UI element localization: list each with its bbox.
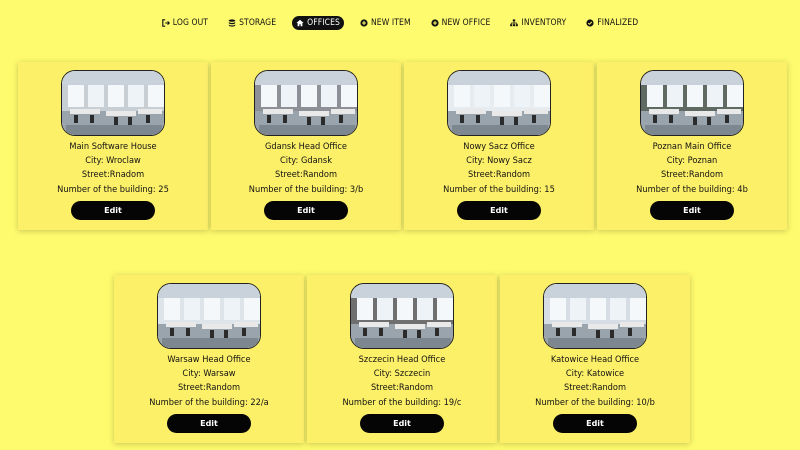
office-street: Street:Random [274, 169, 338, 181]
office-card: Nowy Sacz Office City: Nowy Sacz Street:Ra… [404, 62, 594, 230]
nav-new-office[interactable]: NEW OFFICE [427, 16, 495, 30]
nav-finalized[interactable]: FINALIZED [582, 16, 642, 30]
edit-office-button[interactable]: Edit [360, 413, 444, 433]
office-building-number: Number of the building: 15 [443, 183, 555, 195]
plus-circle-icon [360, 19, 368, 27]
office-photo [543, 283, 647, 349]
office-street: Street:Rnadom [81, 169, 145, 181]
office-building-number: Number of the building: 22/a [149, 396, 269, 408]
plus-circle-icon [431, 19, 439, 27]
edit-office-button[interactable]: Edit [264, 200, 348, 220]
nav-inventory-label: INVENTORY [521, 18, 567, 28]
office-building-number: Number of the building: 3/b [248, 183, 364, 195]
sitemap-icon [510, 19, 519, 27]
office-name: Szczecin Head Office [358, 354, 446, 365]
edit-office-button[interactable]: Edit [457, 200, 541, 220]
office-name: Gdansk Head Office [264, 141, 348, 152]
office-photo [350, 283, 454, 349]
office-name: Nowy Sacz Office [463, 141, 535, 152]
office-card: Poznan Main Office City: Poznan Street:Ran… [597, 62, 787, 230]
database-icon [228, 19, 236, 27]
office-city: City: Szczecin [373, 368, 431, 380]
nav-log-out[interactable]: LOG OUT [158, 16, 212, 30]
nav-finalized-label: FINALIZED [597, 18, 639, 28]
office-name: Poznan Main Office [652, 141, 732, 152]
office-city: City: Poznan [666, 155, 718, 167]
office-name: Warsaw Head Office [167, 354, 251, 365]
edit-office-button[interactable]: Edit [553, 413, 637, 433]
office-street: Street:Random [563, 382, 627, 394]
office-photo [640, 70, 744, 136]
office-city: City: Wroclaw [85, 155, 141, 167]
office-city: City: Nowy Sacz [466, 155, 532, 167]
office-photo [254, 70, 358, 136]
office-photo [447, 70, 551, 136]
edit-office-button[interactable]: Edit [650, 200, 734, 220]
office-card: Gdansk Head Office City: Gdansk Street:Ran… [211, 62, 401, 230]
office-card: Main Software House City: Wroclaw Street:R… [18, 62, 208, 230]
office-city: City: Warsaw [182, 368, 236, 380]
nav-storage-label: STORAGE [239, 18, 277, 28]
office-photo [157, 283, 261, 349]
edit-office-button[interactable]: Edit [71, 200, 155, 220]
office-street: Street:Random [370, 382, 434, 394]
office-photo [61, 70, 165, 136]
nav-new-item[interactable]: NEW ITEM [356, 16, 415, 30]
office-street: Street:Random [177, 382, 241, 394]
nav-new-item-label: NEW ITEM [370, 18, 411, 28]
home-icon [296, 19, 304, 27]
office-building-number: Number of the building: 19/c [342, 396, 462, 408]
office-name: Katowice Head Office [550, 354, 640, 365]
office-street: Street:Random [660, 169, 724, 181]
nav-offices-label: OFFICES [307, 18, 340, 28]
office-building-number: Number of the building: 10/b [535, 396, 655, 408]
office-card: Szczecin Head Office City: Szczecin Street… [307, 275, 497, 443]
nav-storage[interactable]: STORAGE [224, 16, 280, 30]
nav-new-office-label: NEW OFFICE [441, 18, 491, 28]
nav-log-out-label: LOG OUT [172, 18, 209, 28]
office-building-number: Number of the building: 4b [636, 183, 748, 195]
office-street: Street:Random [467, 169, 531, 181]
nav-offices[interactable]: OFFICES [292, 16, 344, 30]
office-card: Katowice Head Office City: Katowice Street… [500, 275, 690, 443]
nav-inventory[interactable]: INVENTORY [506, 16, 570, 30]
office-card: Warsaw Head Office City: Warsaw Street:Ran… [114, 275, 304, 443]
office-name: Main Software House [69, 141, 157, 152]
top-navigation: LOG OUT STORAGE OFFICES NEW ITEM NEW OFF… [0, 14, 800, 32]
check-circle-icon [586, 19, 594, 27]
office-city: City: Katowice [565, 368, 625, 380]
office-building-number: Number of the building: 25 [57, 183, 169, 195]
office-city: City: Gdansk [280, 155, 332, 167]
logout-icon [162, 19, 170, 27]
edit-office-button[interactable]: Edit [167, 413, 251, 433]
